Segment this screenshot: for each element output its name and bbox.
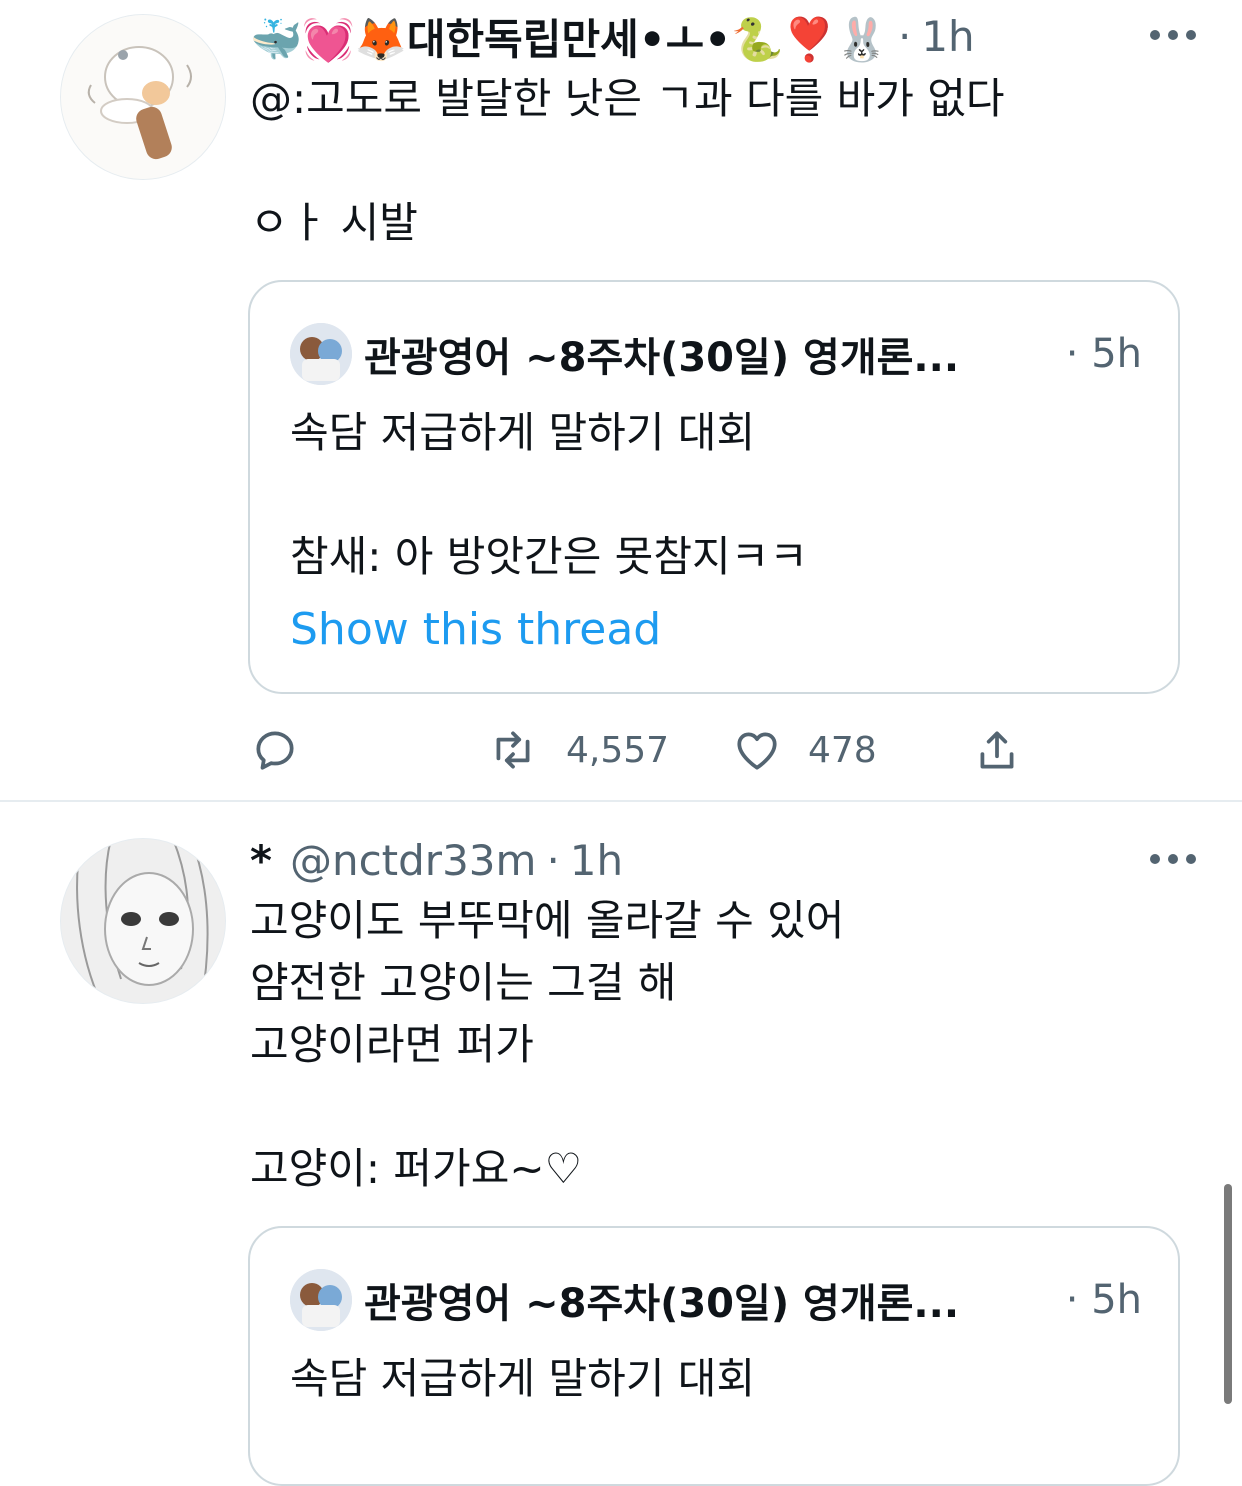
tweet-header: 🐳💓🦊대한독립만세•ㅗ•🐍❣️🐰 · 1h: [250, 6, 975, 66]
share-icon: [980, 731, 1014, 769]
tweet-text: @:고도로 발달한 낫은 ㄱ과 다를 바가 없다 ㅇㅏ 시발: [250, 74, 1005, 247]
tweet[interactable]: * @nctdr33m · 1h 고양이도 부뚜막에 올라갈 수 있어 얌전한 …: [0, 802, 1242, 1486]
quoted-tweet-header: 관광영어 ~8주차(30일) 영개론... · 5h: [290, 322, 1142, 386]
retweet-count: 4,557: [566, 729, 670, 771]
handle[interactable]: @nctdr33m: [290, 836, 536, 885]
timestamp[interactable]: 1h: [921, 12, 974, 61]
like-count: 478: [808, 729, 877, 771]
tweet-header: * @nctdr33m · 1h: [250, 830, 623, 890]
tweet-actions: 4,557 478: [250, 720, 1050, 780]
quoted-avatar: [290, 1269, 352, 1331]
reply-icon: [256, 731, 294, 770]
more-icon[interactable]: [1150, 20, 1196, 50]
quoted-display-name: 관광영어 ~8주차(30일) 영개론...: [364, 1281, 960, 1327]
quoted-timestamp: 5h: [1091, 1277, 1142, 1323]
separator-dot: ·: [546, 835, 560, 885]
more-icon[interactable]: [1150, 844, 1196, 874]
quoted-timestamp: 5h: [1091, 331, 1142, 377]
timestamp[interactable]: 1h: [570, 836, 623, 885]
quoted-avatar: [290, 323, 352, 385]
retweet-icon: [496, 731, 530, 769]
tweet[interactable]: 🐳💓🦊대한독립만세•ㅗ•🐍❣️🐰 · 1h @:고도로 발달한 낫은 ㄱ과 다를…: [0, 0, 1242, 802]
quoted-display-name: 관광영어 ~8주차(30일) 영개론...: [364, 335, 960, 381]
heart-icon: [737, 732, 777, 770]
tweet-text: 고양이도 부뚜막에 올라갈 수 있어 얌전한 고양이는 그걸 해 고양이라면 퍼…: [250, 896, 845, 1193]
avatar[interactable]: [60, 14, 226, 180]
display-name[interactable]: *: [250, 836, 272, 885]
display-name[interactable]: 🐳💓🦊대한독립만세•ㅗ•🐍❣️🐰: [250, 6, 888, 67]
quoted-tweet[interactable]: 관광영어 ~8주차(30일) 영개론... · 5h 속담 저급하게 말하기 대…: [248, 280, 1180, 694]
retweet-button[interactable]: 4,557: [488, 720, 669, 780]
quoted-tweet-header: 관광영어 ~8주차(30일) 영개론... · 5h: [290, 1268, 1142, 1332]
quoted-tweet-text: 속담 저급하게 말하기 대회 참새: 아 방앗간은 못참지ㅋㅋ: [290, 408, 808, 581]
share-button[interactable]: [972, 720, 1022, 780]
avatar[interactable]: [60, 838, 226, 1004]
scrollbar[interactable]: [1224, 1184, 1232, 1404]
like-button[interactable]: 478: [732, 720, 877, 780]
quoted-tweet-text: 속담 저급하게 말하기 대회: [290, 1354, 756, 1403]
separator-dot: ·: [1065, 331, 1079, 377]
show-thread-link[interactable]: Show this thread: [290, 604, 661, 655]
reply-button[interactable]: [250, 720, 300, 780]
quoted-tweet[interactable]: 관광영어 ~8주차(30일) 영개론... · 5h 속담 저급하게 말하기 대…: [248, 1226, 1180, 1486]
separator-dot: ·: [1065, 1277, 1079, 1323]
separator-dot: ·: [897, 11, 912, 61]
